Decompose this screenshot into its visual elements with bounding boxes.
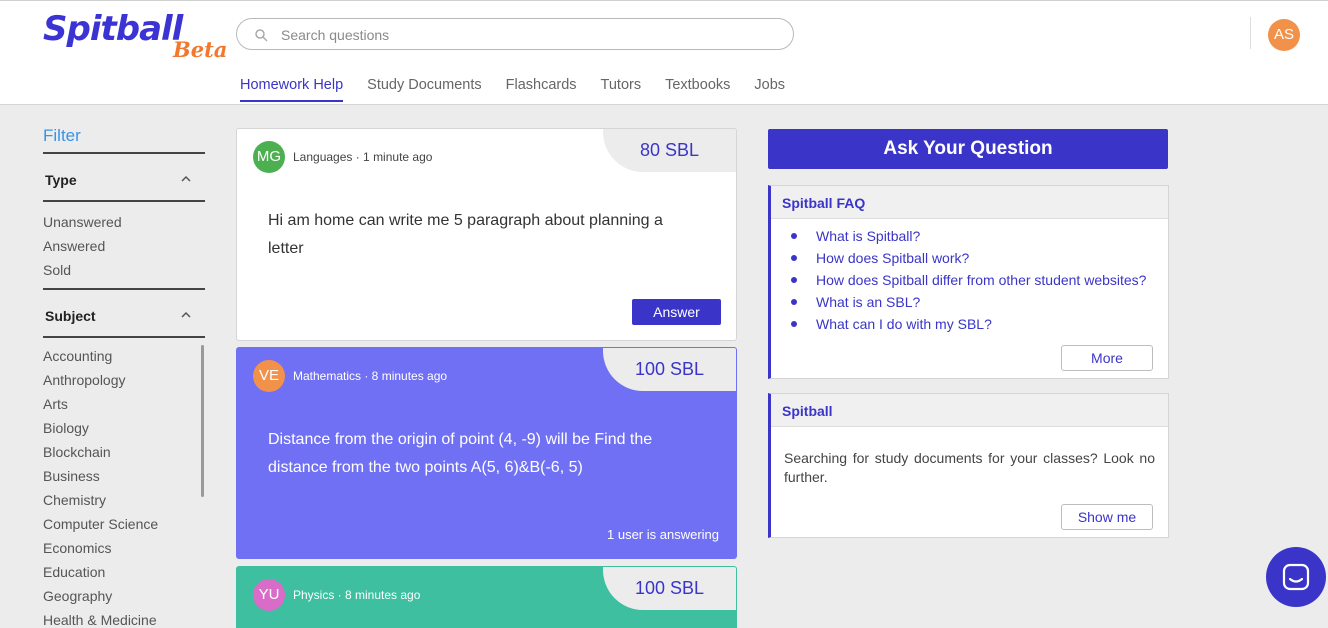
question-subject-time: Physics · 8 minutes ago (293, 588, 421, 602)
type-section-header[interactable]: Type (43, 154, 205, 202)
faq-title: Spitball FAQ (771, 186, 1168, 219)
faq-link[interactable]: What can I do with my SBL? (791, 315, 1168, 337)
search-icon (255, 29, 268, 42)
logo-text: Spitball (43, 9, 183, 49)
tab-flashcards[interactable]: Flashcards (506, 76, 577, 102)
question-meta: YU Physics · 8 minutes ago (253, 579, 420, 611)
question-subject-time: Languages · 1 minute ago (293, 150, 433, 164)
filter-title: Filter (43, 126, 205, 154)
header-divider (1250, 17, 1251, 49)
search-bar[interactable] (236, 18, 794, 50)
question-card[interactable]: MG Languages · 1 minute ago 80 SBL Hi am… (236, 128, 737, 341)
question-meta: VE Mathematics · 8 minutes ago (253, 360, 447, 392)
promo-text: Searching for study documents for your c… (784, 450, 1155, 485)
faq-link[interactable]: How does Spitball work? (791, 249, 1168, 271)
question-subject-time: Mathematics · 8 minutes ago (293, 369, 448, 383)
question-meta: MG Languages · 1 minute ago (253, 141, 432, 173)
subject-item[interactable]: Arts (43, 394, 205, 418)
filter-sidebar: Filter Type Unanswered Answered Sold Sub… (43, 126, 205, 628)
chevron-up-icon[interactable] (181, 174, 191, 184)
subject-item[interactable]: Computer Science (43, 514, 205, 538)
subject-section-header[interactable]: Subject (43, 290, 205, 338)
subject-item[interactable]: Education (43, 562, 205, 586)
asker-avatar: VE (253, 360, 285, 392)
ask-question-button[interactable]: Ask Your Question (768, 129, 1168, 169)
subject-item[interactable]: Accounting (43, 346, 205, 370)
question-card[interactable]: YU Physics · 8 minutes ago 100 SBL (236, 566, 737, 628)
more-button[interactable]: More (1061, 345, 1153, 371)
subject-label: Subject (45, 308, 96, 324)
user-avatar[interactable]: AS (1268, 19, 1300, 51)
chat-launcher-button[interactable] (1266, 547, 1326, 607)
search-input[interactable] (281, 25, 771, 45)
subject-list: Accounting Anthropology Arts Biology Blo… (43, 338, 205, 628)
type-label: Type (45, 172, 77, 188)
subject-item[interactable]: Economics (43, 538, 205, 562)
question-card[interactable]: VE Mathematics · 8 minutes ago 100 SBL D… (236, 347, 737, 559)
subject-item[interactable]: Health & Medicine (43, 610, 205, 628)
type-options: Unanswered Answered Sold (43, 202, 205, 290)
promo-panel: Spitball Searching for study documents f… (768, 393, 1169, 538)
asker-avatar: YU (253, 579, 285, 611)
main-nav: Homework Help Study Documents Flashcards… (240, 76, 809, 102)
faq-list: What is Spitball? How does Spitball work… (771, 219, 1168, 337)
spitball-logo[interactable]: Spitball Beta (43, 9, 227, 64)
filter-option-answered[interactable]: Answered (43, 236, 205, 260)
top-header: Spitball Beta AS Homework Help Study Doc… (0, 0, 1328, 105)
subject-item[interactable]: Chemistry (43, 490, 205, 514)
tab-tutors[interactable]: Tutors (601, 76, 642, 102)
tab-textbooks[interactable]: Textbooks (665, 76, 730, 102)
subject-item[interactable]: Blockchain (43, 442, 205, 466)
filter-option-unanswered[interactable]: Unanswered (43, 212, 205, 236)
answer-button[interactable]: Answer (632, 299, 721, 325)
filter-option-sold[interactable]: Sold (43, 260, 205, 284)
reward-badge: 80 SBL (603, 129, 736, 172)
promo-title: Spitball (771, 394, 1168, 427)
show-me-button[interactable]: Show me (1061, 504, 1153, 530)
logo-beta-text: Beta (173, 37, 228, 62)
question-text: Distance from the origin of point (4, -9… (268, 431, 653, 476)
question-text: Hi am home can write me 5 paragraph abou… (268, 212, 663, 257)
subject-item[interactable]: Geography (43, 586, 205, 610)
tab-study-documents[interactable]: Study Documents (367, 76, 481, 102)
faq-panel: Spitball FAQ What is Spitball? How does … (768, 185, 1169, 379)
subject-item[interactable]: Biology (43, 418, 205, 442)
chevron-up-icon[interactable] (181, 310, 191, 320)
subject-item[interactable]: Anthropology (43, 370, 205, 394)
asker-avatar: MG (253, 141, 285, 173)
tab-jobs[interactable]: Jobs (754, 76, 785, 102)
answering-status: 1 user is answering (607, 527, 719, 542)
tab-homework-help[interactable]: Homework Help (240, 76, 344, 102)
reward-badge: 100 SBL (603, 567, 736, 610)
reward-badge: 100 SBL (603, 348, 736, 391)
chat-icon (1282, 563, 1310, 591)
subject-scrollbar[interactable] (201, 345, 204, 497)
faq-link[interactable]: What is Spitball? (791, 227, 1168, 249)
subject-item[interactable]: Business (43, 466, 205, 490)
faq-link[interactable]: How does Spitball differ from other stud… (791, 271, 1168, 293)
faq-link[interactable]: What is an SBL? (791, 293, 1168, 315)
